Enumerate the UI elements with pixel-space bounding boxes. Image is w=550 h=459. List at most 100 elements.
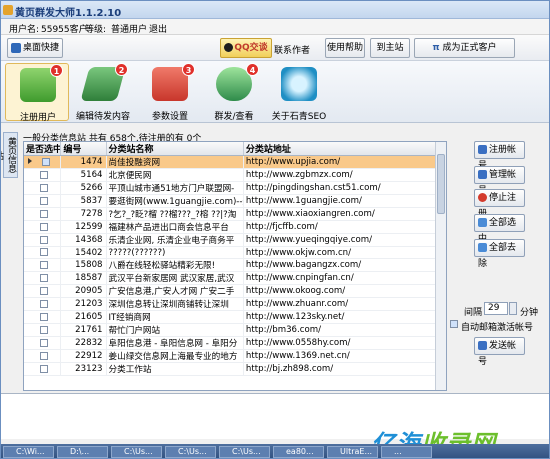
row-checkbox[interactable]	[40, 248, 48, 257]
nav-register-user[interactable]: 1 注册用户	[5, 63, 69, 123]
become-official-button[interactable]: π 成为正式客户	[414, 38, 515, 58]
row-id: 1474	[60, 155, 107, 169]
qq-chat-label: QQ交谈	[234, 43, 268, 53]
row-checkbox[interactable]	[40, 222, 48, 231]
table-row[interactable]: 21761 帮忙门户网站 http://bm36.com/	[24, 323, 446, 338]
table-row[interactable]: 12599 福建林产品进出口商会信息平台 http://fjcffb.com/	[24, 220, 446, 234]
row-checkbox[interactable]	[40, 286, 48, 295]
table-row[interactable]: 5164 北京便民网 http://www.zgbmzx.com/	[24, 168, 446, 182]
table-row[interactable]: 22912 姜山绿交信息网上海最专业的地方 http://www.1369.net.…	[24, 349, 446, 364]
table-row[interactable]: 22832 阜阳信息港 - 阜阳信息网 - 阜阳分 http://www.0558h…	[24, 336, 446, 351]
row-select-cell[interactable]	[24, 323, 62, 338]
taskbar-item[interactable]: C:\Us...	[111, 446, 162, 458]
table-row[interactable]: 21605 IT经销商网 http://www.123sky.net/	[24, 310, 446, 325]
col-id[interactable]: 编号	[60, 142, 107, 156]
current-row-marker-icon	[28, 158, 32, 164]
row-checkbox[interactable]	[40, 235, 48, 244]
row-name: 八爵在线轻松驿站精彩无限!	[106, 258, 244, 273]
interval-input[interactable]: 29	[484, 302, 508, 315]
col-name[interactable]: 分类站名称	[106, 142, 244, 156]
row-select-cell[interactable]	[24, 297, 62, 312]
row-select-cell[interactable]	[24, 284, 62, 299]
row-select-cell[interactable]	[24, 207, 62, 221]
table-scrollbar[interactable]	[435, 142, 446, 390]
taskbar-item[interactable]: ...	[381, 446, 432, 458]
table-row[interactable]: 15402 ?????(??????) http://www.okjw.com.cn…	[24, 246, 446, 260]
table-row[interactable]: 23123 分类工作站 http://bj.zh898.com/	[24, 362, 446, 377]
taskbar-item[interactable]: D:\...	[57, 446, 108, 458]
level-label: 等级:	[85, 25, 107, 35]
manage-account-button[interactable]: 管理帐号	[474, 166, 525, 196]
row-checkbox[interactable]	[42, 157, 50, 166]
row-checkbox[interactable]	[40, 325, 48, 334]
row-select-cell[interactable]	[24, 168, 62, 182]
col-url[interactable]: 分类站地址	[243, 142, 446, 156]
row-select-cell[interactable]	[24, 194, 62, 208]
row-id: 22912	[60, 349, 107, 364]
table-row[interactable]: 1474 尚佳投融资网 http://www.upjia.com/	[24, 155, 446, 169]
row-checkbox[interactable]	[40, 338, 48, 347]
row-checkbox[interactable]	[40, 299, 48, 308]
taskbar-item[interactable]: UltraE...	[327, 446, 378, 458]
row-select-cell[interactable]	[24, 181, 62, 195]
table-row[interactable]: 5837 要逛街网(www.1guangjie.com)--逛 http://www…	[24, 194, 446, 208]
nav-label: 参数设置	[151, 112, 188, 122]
select-all-button[interactable]: 全部选中	[474, 214, 525, 244]
table-row[interactable]: 14368 乐清企业网, 乐清企业电子商务平 http://www.yueqingq…	[24, 233, 446, 247]
scroll-thumb[interactable]	[437, 154, 445, 214]
row-checkbox[interactable]	[40, 351, 48, 360]
row-id: 5164	[60, 168, 107, 182]
send-account-button[interactable]: 发送帐号	[474, 337, 525, 367]
row-select-cell[interactable]	[24, 349, 62, 364]
row-select-cell[interactable]	[24, 362, 62, 377]
row-checkbox[interactable]	[40, 209, 48, 218]
home-button[interactable]: 到主站	[370, 38, 410, 58]
auto-email-checkbox[interactable]	[450, 320, 458, 328]
nav-about[interactable]: 关于石青SEO	[267, 63, 331, 122]
table-row[interactable]: 15808 八爵在线轻松驿站精彩无限! http://www.bagangzx.co…	[24, 258, 446, 273]
auto-email-label: 自动邮箱激活帐号	[461, 323, 534, 333]
clear-all-button[interactable]: 全部去除	[474, 239, 525, 269]
row-checkbox[interactable]	[40, 312, 48, 321]
interval-spinner[interactable]	[509, 302, 517, 315]
row-checkbox[interactable]	[40, 364, 48, 373]
side-tab-yellow-pages[interactable]: 黄页信息站	[1, 132, 18, 178]
stop-register-button[interactable]: 停止注册	[474, 189, 525, 219]
row-select-cell[interactable]	[24, 310, 62, 325]
nav-send-view[interactable]: 4 群发/查看	[202, 63, 266, 122]
row-checkbox[interactable]	[40, 196, 48, 205]
row-checkbox[interactable]	[40, 260, 48, 269]
table-row[interactable]: 18587 武汉平台新家居网 武汉家居,武汉 http://www.cnpingfa…	[24, 271, 446, 286]
row-select-cell[interactable]	[24, 258, 62, 273]
row-select-cell[interactable]	[24, 246, 62, 260]
nav-label: 关于石青SEO	[271, 112, 327, 122]
title-bar: 黄页群发大师1.1.2.10	[1, 1, 549, 19]
row-checkbox[interactable]	[40, 183, 48, 192]
qq-chat-button[interactable]: QQ交谈	[220, 38, 272, 58]
help-button[interactable]: 使用帮助	[325, 38, 365, 58]
logout-link[interactable]: 退出	[149, 22, 167, 35]
row-name: ?????(??????)	[106, 246, 244, 260]
row-select-cell[interactable]	[24, 336, 62, 351]
row-select-cell[interactable]	[24, 220, 62, 234]
taskbar-item[interactable]: C:\Wi...	[3, 446, 54, 458]
taskbar-item[interactable]: C:\Us...	[219, 446, 270, 458]
row-select-cell[interactable]	[24, 155, 62, 169]
row-select-cell[interactable]	[24, 233, 62, 247]
table-row[interactable]: 5266 平顶山城市通51地方门户联盟网-http://pingdingshan.…	[24, 181, 446, 195]
table-row[interactable]: 21203 深圳信息转让深圳商铺转让深圳 http://www.zhuanr.com…	[24, 297, 446, 312]
desktop-shortcut-button[interactable]: 桌面快捷	[7, 38, 63, 58]
register-account-button[interactable]: 注册帐号	[474, 141, 525, 171]
col-selected[interactable]: 是否选中	[24, 142, 62, 156]
row-checkbox[interactable]	[40, 170, 48, 179]
taskbar-item[interactable]: C:\Us...	[165, 446, 216, 458]
manage-icon	[478, 170, 487, 179]
nav-settings[interactable]: 3 参数设置	[138, 63, 202, 122]
contact-author-link[interactable]: 联系作者	[274, 43, 310, 56]
table-row[interactable]: 20905 广安信息港,广安人才网 广安二手 http://www.okoog.co…	[24, 284, 446, 299]
row-checkbox[interactable]	[40, 273, 48, 282]
taskbar-item[interactable]: ea80...	[273, 446, 324, 458]
nav-edit-content[interactable]: 2 编辑待发内容	[71, 63, 135, 122]
row-select-cell[interactable]	[24, 271, 62, 286]
table-row[interactable]: 7278 ?乞?_?眨?榴 ??榴???_?榕 ??|?淘 http://www.x…	[24, 207, 446, 221]
